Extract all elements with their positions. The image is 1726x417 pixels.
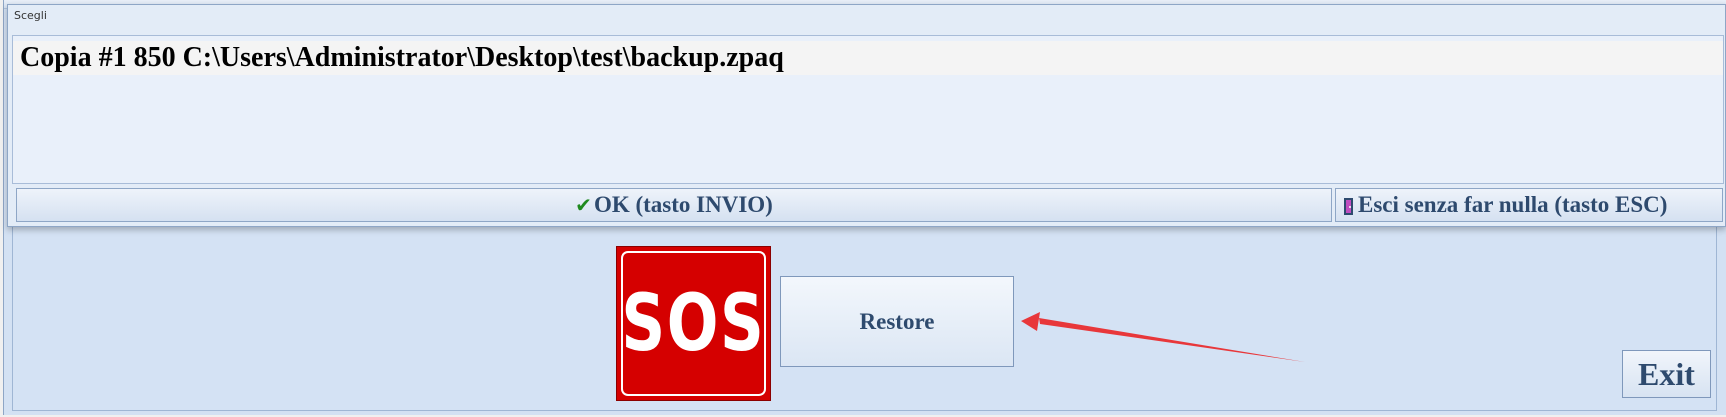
choice-list[interactable]: Copia #1 850 C:\Users\Administrator\Desk… [12,35,1724,184]
sos-logo: SOS [616,246,771,401]
list-item[interactable]: Copia #1 850 C:\Users\Administrator\Desk… [13,41,1723,75]
dialog-title: Scegli [14,9,47,22]
choose-dialog: Scegli Copia #1 850 C:\Users\Administrat… [7,4,1726,227]
screen: SOS Restore Exit Scegli Copia #1 850 C:\… [0,0,1726,417]
esc-button-label: Esci senza far nulla (tasto ESC) [1358,192,1668,217]
exit-button[interactable]: Exit [1622,350,1711,398]
ok-button[interactable]: ✔ OK (tasto INVIO) [16,188,1332,222]
check-icon: ✔ [575,193,592,217]
restore-button[interactable]: Restore [780,276,1014,367]
sos-logo-text: SOS [621,278,766,369]
exit-door-icon [1344,198,1353,215]
ok-button-label: OK (tasto INVIO) [593,192,773,217]
esc-button[interactable]: Esci senza far nulla (tasto ESC) [1335,188,1723,222]
